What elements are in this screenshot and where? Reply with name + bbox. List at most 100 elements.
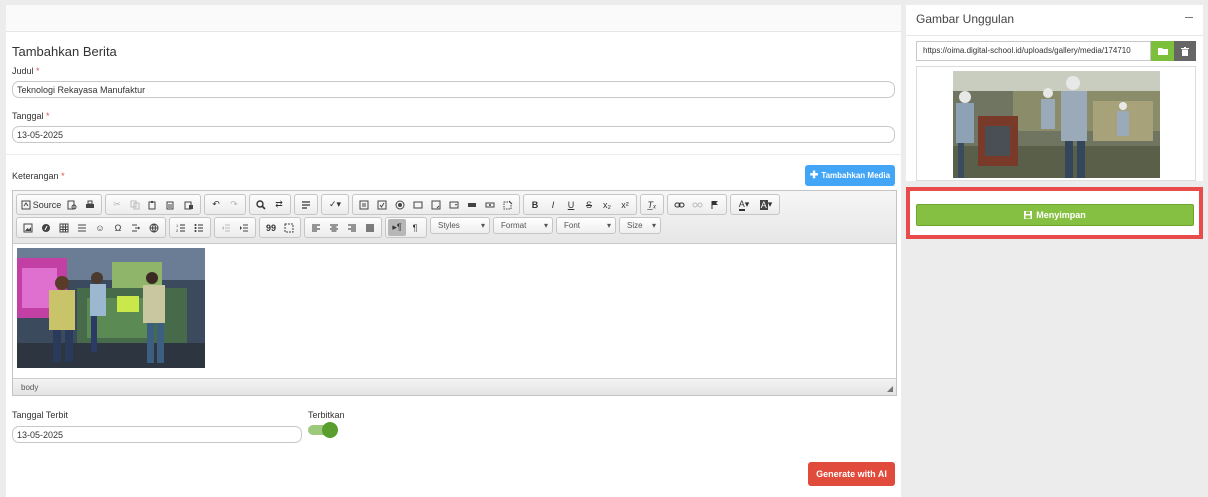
news-form-panel: Tambahkan Berita Judul * Teknologi Rekay… — [6, 5, 901, 497]
toolbar-group-colors: A ▾ A ▾ — [730, 194, 780, 215]
horizontal-rule-icon[interactable] — [73, 219, 91, 236]
cut-icon[interactable]: ✂ — [108, 196, 126, 213]
select-field-icon[interactable] — [445, 196, 463, 213]
smiley-icon[interactable]: ☺ — [91, 219, 109, 236]
paste-icon[interactable] — [144, 196, 162, 213]
replace-icon[interactable]: ⇄ — [270, 196, 288, 213]
subscript-icon[interactable]: x₂ — [598, 196, 616, 213]
featured-image-panel: Gambar Unggulan https://oima.digital-sch… — [906, 5, 1203, 181]
blockquote-button[interactable]: 99 — [262, 219, 280, 236]
tanggal-label: Tanggal * — [12, 111, 50, 121]
align-justify-icon[interactable] — [361, 219, 379, 236]
checkbox-icon[interactable] — [373, 196, 391, 213]
copy-icon[interactable] — [126, 196, 144, 213]
toggle-knob — [322, 422, 338, 438]
italic-button[interactable]: I — [544, 196, 562, 213]
numbered-list-icon[interactable]: 12 — [172, 219, 190, 236]
chevron-down-icon: ▾ — [480, 221, 485, 230]
divider — [906, 35, 1203, 36]
judul-input[interactable]: Teknologi Rekayasa Manufaktur — [12, 81, 895, 98]
toolbar-group-forms — [352, 194, 520, 215]
flash-icon[interactable] — [37, 219, 55, 236]
tanggal-terbit-input[interactable]: 13-05-2025 — [12, 426, 302, 443]
remove-format-icon[interactable]: T̲ₓ — [643, 196, 661, 213]
background-color-icon[interactable]: A ▾ — [755, 196, 777, 213]
strikethrough-button[interactable]: S — [580, 196, 598, 213]
spellcheck-icon[interactable]: ✓▾ — [324, 196, 346, 213]
publish-toggle[interactable] — [308, 422, 338, 438]
image-url-input[interactable]: https://oima.digital-school.id/uploads/g… — [916, 41, 1151, 61]
div-container-icon[interactable] — [280, 219, 298, 236]
save-button[interactable]: Menyimpan — [916, 204, 1194, 226]
select-all-icon[interactable] — [297, 196, 315, 213]
source-button[interactable]: Source — [19, 196, 63, 213]
tanggal-input[interactable]: 13-05-2025 — [12, 126, 895, 143]
toolbar-group-bidi: ▸¶ ¶ — [385, 217, 427, 238]
toolbar-group-spell: ✓▾ — [321, 194, 349, 215]
collapse-icon[interactable] — [1185, 17, 1193, 18]
unlink-icon[interactable] — [688, 196, 706, 213]
add-media-button[interactable]: ✚ Tambahkan Media — [805, 165, 895, 186]
toolbar-group-find: ⇄ — [249, 194, 291, 215]
button-field-icon[interactable] — [463, 196, 481, 213]
source-icon — [21, 200, 31, 209]
hidden-field-icon[interactable] — [499, 196, 517, 213]
resize-handle-icon[interactable] — [887, 386, 893, 392]
format-dropdown[interactable]: Format ▾ — [493, 217, 553, 234]
anchor-flag-icon[interactable] — [706, 196, 724, 213]
table-icon[interactable] — [55, 219, 73, 236]
radio-icon[interactable] — [391, 196, 409, 213]
toolbar-group-align — [304, 217, 382, 238]
image-icon[interactable] — [19, 219, 37, 236]
chevron-down-icon: ▾ — [543, 221, 548, 230]
form-icon[interactable] — [355, 196, 373, 213]
size-dropdown[interactable]: Size ▾ — [619, 217, 661, 234]
styles-dropdown[interactable]: Styles ▾ — [430, 217, 490, 234]
textfield-icon[interactable] — [409, 196, 427, 213]
bulleted-list-icon[interactable] — [190, 219, 208, 236]
align-left-icon[interactable] — [307, 219, 325, 236]
textarea-icon[interactable] — [427, 196, 445, 213]
text-direction-rtl-button[interactable]: ¶ — [406, 219, 424, 236]
image-button-icon[interactable] — [481, 196, 499, 213]
browse-image-button[interactable] — [1151, 41, 1174, 61]
keterangan-label: Keterangan * — [12, 171, 65, 181]
redo-icon[interactable]: ↷ — [225, 196, 243, 213]
panel-header — [6, 5, 901, 32]
toolbar-group-insert: ☺ Ω — [16, 217, 166, 238]
special-char-button[interactable]: Ω — [109, 219, 127, 236]
generate-ai-button[interactable]: Generate with AI — [808, 462, 895, 486]
embedded-workshop-image[interactable] — [17, 248, 205, 368]
chevron-down-icon: ▾ — [651, 221, 656, 230]
text-direction-ltr-icon[interactable]: ▸¶ — [388, 219, 406, 236]
element-path[interactable]: body — [21, 383, 38, 392]
print-icon[interactable] — [81, 196, 99, 213]
bold-button[interactable]: B — [526, 196, 544, 213]
underline-button[interactable]: U — [562, 196, 580, 213]
paste-word-icon[interactable] — [180, 196, 198, 213]
iframe-globe-icon[interactable] — [145, 219, 163, 236]
toolbar-group-indent — [214, 217, 256, 238]
indent-icon[interactable] — [235, 219, 253, 236]
outdent-icon[interactable] — [217, 219, 235, 236]
align-center-icon[interactable] — [325, 219, 343, 236]
toolbar-group-basicstyles: B I U S x₂ x² — [523, 194, 637, 215]
superscript-icon[interactable]: x² — [616, 196, 634, 213]
toolbar-group-links — [667, 194, 727, 215]
text-color-icon[interactable]: A ▾ — [733, 196, 755, 213]
font-dropdown[interactable]: Font ▾ — [556, 217, 616, 234]
terbitkan-label: Terbitkan — [308, 410, 345, 420]
find-icon[interactable] — [252, 196, 270, 213]
delete-image-button[interactable] — [1174, 41, 1196, 61]
paste-text-icon[interactable] — [162, 196, 180, 213]
toolbar-group-lists: 12 — [169, 217, 211, 238]
judul-label: Judul * — [12, 66, 40, 76]
undo-icon[interactable]: ↶ — [207, 196, 225, 213]
preview-icon[interactable] — [63, 196, 81, 213]
link-icon[interactable] — [670, 196, 688, 213]
page-title: Tambahkan Berita — [12, 44, 117, 59]
save-panel-highlight: Menyimpan — [906, 187, 1203, 239]
page-break-icon[interactable] — [127, 219, 145, 236]
editor-content-area[interactable] — [13, 244, 896, 377]
align-right-icon[interactable] — [343, 219, 361, 236]
